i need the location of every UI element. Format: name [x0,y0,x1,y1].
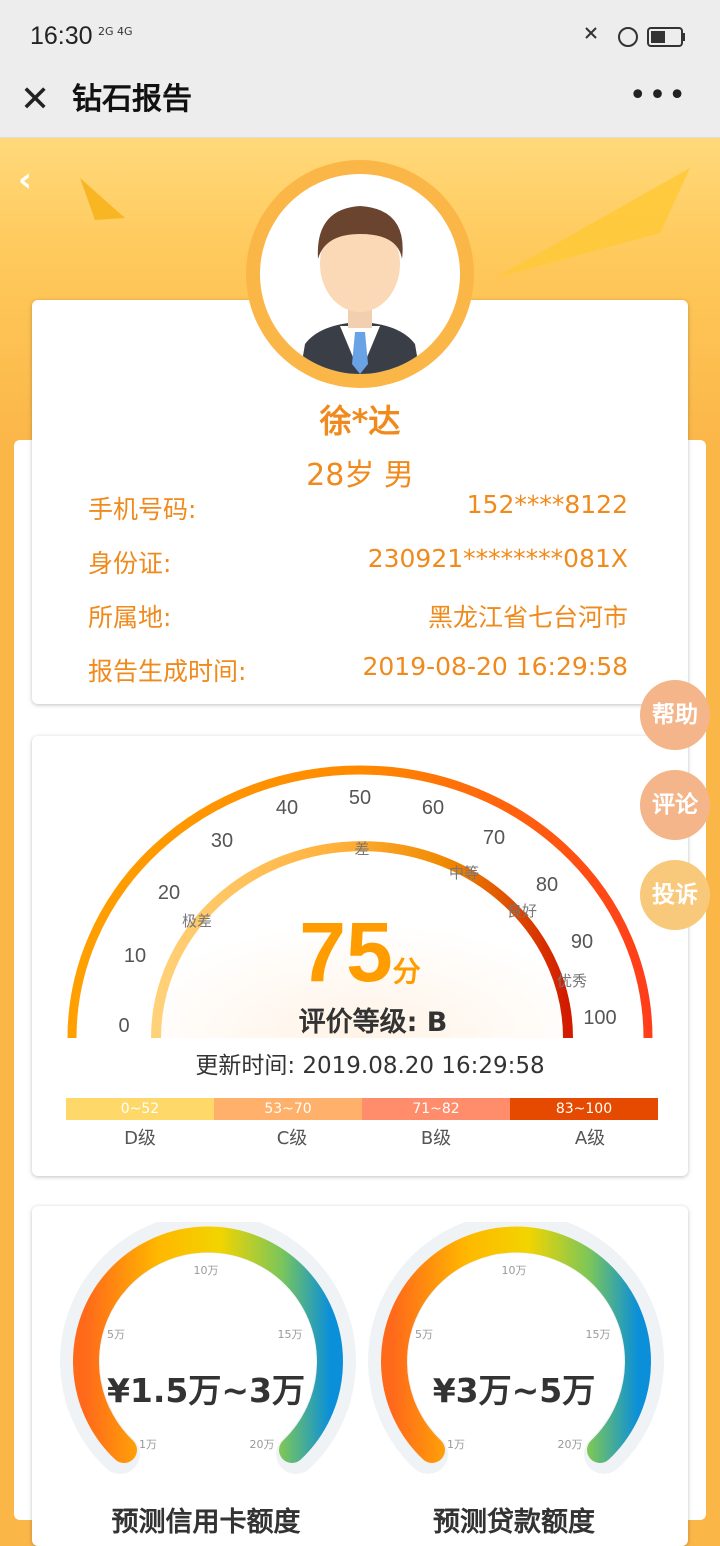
gauge-tick: 1万 [139,1438,157,1451]
user-age-gender: 28岁 男 [306,458,414,493]
info-key: 所属地: [88,603,172,632]
level-label: 中等 [449,864,479,882]
tick-label: 70 [483,827,505,849]
more-menu-button[interactable]: ••• [629,76,688,116]
legend-segment-a: 83~100 [510,1098,658,1120]
title-bar: ✕ 钻石报告 ••• [0,72,720,138]
credit-card-amount: ¥1.5万~3万 [106,1371,306,1410]
info-value: 230921********081X [367,544,628,573]
info-key: 身份证: [88,549,172,578]
gauge-tick: 10万 [502,1264,527,1277]
legend-segment-b: 71~82 [362,1098,510,1120]
status-bar: 16:30 2G 4G [0,0,720,72]
credit-card-gauge: 1万 5万 10万 15万 20万 [60,1222,356,1474]
gauge-tick: 20万 [250,1438,275,1451]
person-icon [300,206,420,374]
legend-label: D级 [124,1128,156,1149]
info-value: 2019-08-20 16:29:58 [362,652,628,681]
gauge-tick: 15万 [586,1328,611,1341]
tick-label: 60 [422,797,444,819]
info-key: 报告生成时间: [88,657,247,686]
score-unit: 分 [392,955,421,988]
info-row-location: 所属地: 黑龙江省七台河市 [88,598,628,634]
back-chevron-icon[interactable]: ‹ [18,160,32,200]
info-row-report-time: 报告生成时间: 2019-08-20 16:29:58 [88,652,628,688]
legend-segment-c: 53~70 [214,1098,362,1120]
gauge-tick: 5万 [415,1328,433,1341]
tick-label: 20 [158,882,180,904]
update-time: 更新时间: 2019.08.20 16:29:58 [195,1053,545,1079]
help-button[interactable]: 帮助 [640,680,710,750]
loan-gauge: 1万 5万 10万 15万 20万 [368,1222,664,1474]
credit-score: 75分 [0,904,720,1001]
info-row-id: 身份证: 230921********081X [88,544,628,580]
loan-amount: ¥3万~5万 [432,1371,596,1410]
tick-label: 50 [349,787,371,809]
gauge-tick: 5万 [107,1328,125,1341]
score-value: 75 [299,905,393,999]
complaint-button[interactable]: 投诉 [640,860,710,930]
user-name: 徐*达 [319,402,401,440]
status-time: 16:30 [30,22,93,50]
tick-label: 40 [276,797,298,819]
legend-label: C级 [276,1128,308,1149]
grade-text: 评价等级: B [298,1007,448,1038]
gauge-tick: 15万 [278,1328,303,1341]
info-value: 黑龙江省七台河市 [427,603,628,632]
legend-segment-d: 0~52 [66,1098,214,1120]
legend-label: B级 [420,1128,452,1149]
tick-label: 30 [211,830,233,852]
info-value: 152****8122 [466,490,628,519]
comment-button[interactable]: 评论 [640,770,710,840]
avatar [260,174,460,374]
close-button[interactable]: ✕ [20,80,50,120]
info-key: 手机号码: [88,495,197,524]
gauge-tick: 1万 [447,1438,465,1451]
tick-label: 80 [536,874,558,896]
battery-icon [585,27,685,47]
level-label: 差 [354,840,369,858]
page-title: 钻石报告 [72,83,192,116]
legend-label: A级 [574,1128,606,1149]
gauge-tick: 10万 [194,1264,219,1277]
gauge-tick: 20万 [558,1438,583,1451]
info-row-phone: 手机号码: 152****8122 [88,490,628,526]
signal-icon: 2G 4G [98,25,133,38]
